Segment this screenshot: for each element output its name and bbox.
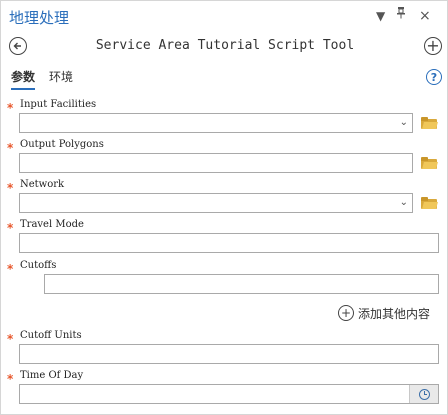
plus-icon: +: [426, 36, 440, 55]
pane-titlebar: 地理处理 ▼ ×: [1, 1, 447, 33]
help-icon[interactable]: ?: [426, 69, 442, 85]
param-label: Input Facilities: [20, 99, 97, 110]
required-marker: *: [7, 372, 14, 386]
cutoffs-field[interactable]: [44, 274, 439, 294]
pin-icon[interactable]: [396, 7, 406, 22]
required-marker: *: [7, 141, 14, 155]
datetime-picker-button[interactable]: [409, 385, 438, 403]
add-more-button[interactable]: + 添加其他内容: [338, 305, 430, 321]
pane-title: 地理处理: [9, 9, 70, 27]
input-facilities-dropdown[interactable]: ⌄: [19, 113, 413, 133]
cutoff-units-field[interactable]: [19, 344, 439, 364]
output-polygons-field[interactable]: [19, 153, 413, 173]
tab-parameters[interactable]: 参数: [11, 68, 36, 90]
param-travel-mode: * Travel Mode: [1, 219, 447, 257]
pane-options-icon[interactable]: ▼: [376, 9, 385, 23]
tabs-bar: 参数 环境 ?: [1, 63, 447, 93]
param-network: * Network ⌄: [1, 179, 447, 217]
param-label: Network: [20, 179, 65, 190]
close-icon[interactable]: ×: [419, 8, 431, 24]
tool-title: Service Area Tutorial Script Tool: [95, 38, 355, 53]
param-time-of-day: * Time Of Day: [1, 370, 447, 410]
param-label: Time Of Day: [20, 370, 84, 381]
add-more-label: 添加其他内容: [358, 306, 431, 321]
param-label: Cutoffs: [20, 260, 57, 271]
travel-mode-field[interactable]: [19, 233, 439, 253]
network-dropdown[interactable]: ⌄: [19, 193, 413, 213]
tab-environments[interactable]: 环境: [49, 68, 73, 85]
required-marker: *: [7, 262, 14, 276]
required-marker: *: [7, 221, 14, 235]
param-cutoff-units: * Cutoff Units: [1, 330, 447, 368]
time-of-day-field[interactable]: [19, 384, 439, 404]
geoprocessing-pane: 地理处理 ▼ × Service Area Tutorial Script To…: [0, 0, 448, 415]
folder-browse-icon[interactable]: [421, 197, 438, 209]
param-input-facilities: * Input Facilities ⌄: [1, 99, 447, 137]
chevron-down-icon: ⌄: [399, 117, 408, 128]
folder-browse-icon[interactable]: [421, 157, 438, 169]
param-output-polygons: * Output Polygons: [1, 139, 447, 177]
clock-icon: [418, 388, 430, 400]
required-marker: *: [7, 101, 14, 115]
chevron-down-icon: ⌄: [399, 197, 408, 208]
add-tool-button[interactable]: +: [424, 37, 442, 55]
param-label: Output Polygons: [20, 139, 104, 150]
required-marker: *: [7, 181, 14, 195]
required-marker: *: [7, 332, 14, 346]
param-label: Travel Mode: [20, 219, 84, 230]
folder-browse-icon[interactable]: [421, 117, 438, 129]
param-label: Cutoff Units: [20, 330, 82, 341]
plus-circle-icon: +: [338, 305, 354, 321]
tool-toolbar: Service Area Tutorial Script Tool +: [1, 33, 447, 63]
param-cutoffs: * Cutoffs: [1, 260, 447, 298]
